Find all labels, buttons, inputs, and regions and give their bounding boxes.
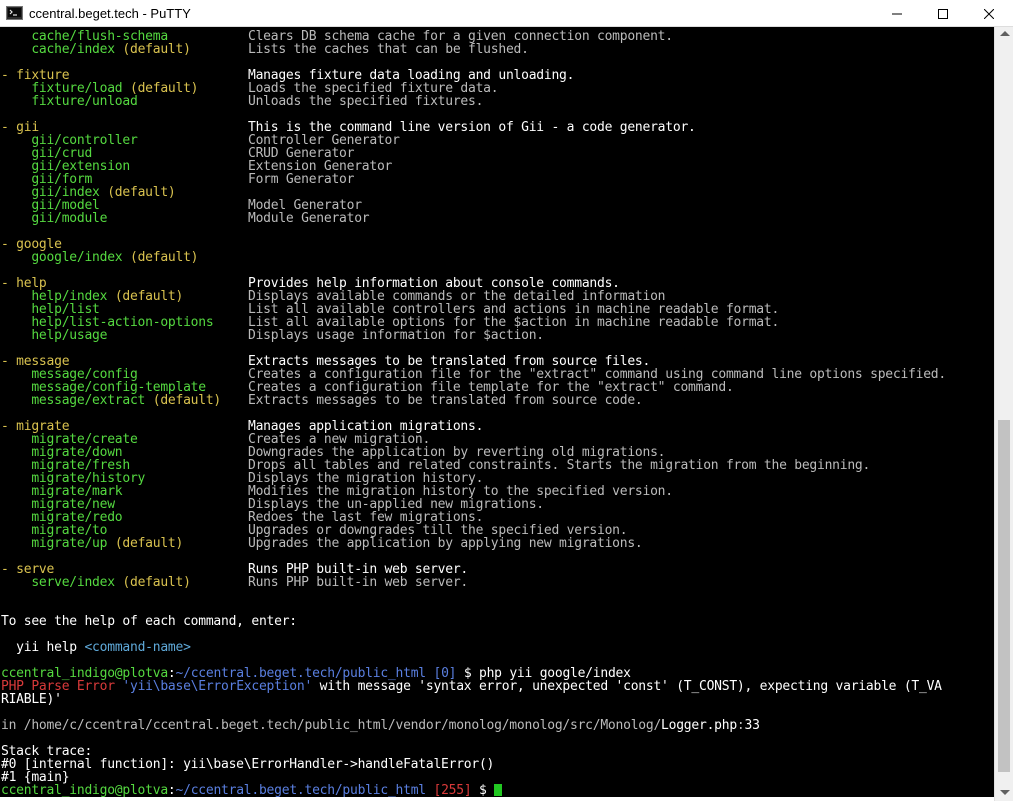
- terminal-text: (default): [129, 81, 199, 96]
- command-description: Upgrades the application by applying new…: [248, 537, 643, 550]
- terminal-line: cache/index (default) Lists the caches th…: [1, 42, 529, 57]
- command-description: Module Generator: [248, 211, 370, 226]
- command-description: Displays usage information for $action.: [248, 329, 544, 342]
- terminal-text: Upgrades the application by applying new…: [248, 536, 643, 551]
- minimize-button[interactable]: [874, 0, 920, 27]
- terminal-line: migrate/up (default) Upgrades the applica…: [1, 536, 642, 551]
- terminal-text: cache/index: [1, 42, 123, 57]
- terminal-line: help/usage Displays usage information for…: [1, 328, 544, 343]
- terminal-text: Extracts messages to be translated from …: [248, 393, 643, 408]
- terminal-text: serve/index: [1, 575, 123, 590]
- minimize-icon: [892, 13, 902, 14]
- terminal-text: help/usage: [1, 328, 108, 343]
- terminal-text: To see the help of each command, enter:: [1, 614, 297, 629]
- terminal-text: RIABLE)': [1, 692, 62, 707]
- terminal-text: (default): [152, 393, 222, 408]
- terminal-text: Form Generator: [248, 172, 355, 187]
- command-description: Unloads the specified fixtures.: [248, 95, 483, 108]
- window-bottom-edge: [0, 797, 994, 801]
- scroll-down-arrow-icon[interactable]: [1000, 790, 1010, 795]
- putty-terminal-icon: [6, 6, 23, 20]
- terminal-text: ~/ccentral.beget.tech/public_html: [175, 783, 427, 797]
- terminal-line: yii help <command-name>: [1, 641, 191, 654]
- terminal-line: gii/module Module Generator: [1, 211, 369, 226]
- terminal-text: fixture/unload: [1, 94, 138, 109]
- terminal-line: ccentral_indigo@plotva:~/ccentral.beget.…: [1, 783, 503, 797]
- terminal-line: To see the help of each command, enter:: [1, 615, 297, 628]
- terminal-text: Lists the caches that can be flushed.: [248, 42, 529, 57]
- terminal-text: Logger.php: [661, 718, 737, 733]
- terminal-text: :: [167, 783, 176, 797]
- terminal-text: 33: [744, 718, 760, 733]
- close-icon: [984, 8, 994, 19]
- terminal-text: ccentral_indigo@plotva: [1, 783, 168, 797]
- window-title: ccentral.beget.tech - PuTTY: [29, 6, 191, 21]
- scroll-up-arrow-icon[interactable]: [1000, 31, 1010, 36]
- terminal-text: (default): [114, 536, 184, 551]
- terminal-text: (default): [122, 575, 191, 590]
- scrollbar-thumb[interactable]: [998, 420, 1010, 772]
- title-bar[interactable]: ccentral.beget.tech - PuTTY: [0, 0, 1013, 27]
- terminal-line: fixture/unload Unloads the specified fixt…: [1, 94, 483, 109]
- terminal-text: :: [736, 718, 745, 733]
- terminal-text: <command-name>: [84, 640, 191, 655]
- terminal-text: in /home/c/ccentral/ccentral.beget.tech/…: [1, 718, 662, 733]
- terminal-text: (default): [122, 42, 191, 57]
- terminal-text: (default): [107, 185, 176, 200]
- terminal-text: Runs PHP built-in web server.: [248, 575, 469, 590]
- terminal-text: with message 'syntax error, unexpected '…: [312, 679, 942, 694]
- terminal-line: in /home/c/ccentral/ccentral.beget.tech/…: [1, 719, 760, 732]
- terminal-text: google/index: [1, 250, 130, 265]
- terminal-text: $: [479, 783, 495, 797]
- terminal-text: yii help: [1, 640, 85, 655]
- terminal-text: Module Generator: [248, 211, 370, 226]
- command-description: Lists the caches that can be flushed.: [248, 43, 529, 56]
- terminal-line: google/index (default): [1, 251, 198, 264]
- terminal-line: PHP Parse Error 'yii\base\ErrorException…: [1, 680, 942, 693]
- maximize-icon: [938, 8, 948, 19]
- command-description: Form Generator: [248, 173, 354, 186]
- terminal-text: migrate/up: [1, 536, 115, 551]
- maximize-button[interactable]: [920, 0, 966, 27]
- terminal-text: [255]: [425, 783, 479, 797]
- terminal-text: Unloads the specified fixtures.: [248, 94, 484, 109]
- terminal-line: message/extract (default) Extracts messag…: [1, 393, 642, 408]
- terminal-text: #0 [internal function]: yii\base\ErrorHa…: [1, 757, 495, 772]
- terminal-text: message/extract: [1, 393, 153, 408]
- terminal-line: serve/index (default) Runs PHP built-in w…: [1, 575, 468, 590]
- terminal-cursor: [494, 784, 503, 796]
- terminal-output[interactable]: cache/flush-schema Clears DB schema cache…: [1, 27, 993, 797]
- terminal-text: Displays usage information for $action.: [248, 328, 544, 343]
- vertical-scrollbar[interactable]: [994, 27, 1013, 801]
- terminal-text: (default): [114, 289, 184, 304]
- terminal-line: RIABLE)': [1, 693, 62, 706]
- terminal-text: (default): [129, 250, 199, 265]
- command-description: Runs PHP built-in web server.: [248, 576, 468, 589]
- terminal-line: #0 [internal function]: yii\base\ErrorHa…: [1, 758, 494, 771]
- terminal-text: gii/module: [1, 211, 108, 226]
- terminal-text: 'yii\base\ErrorException': [122, 679, 313, 694]
- command-description: Extracts messages to be translated from …: [248, 394, 643, 407]
- close-button[interactable]: [966, 0, 1012, 27]
